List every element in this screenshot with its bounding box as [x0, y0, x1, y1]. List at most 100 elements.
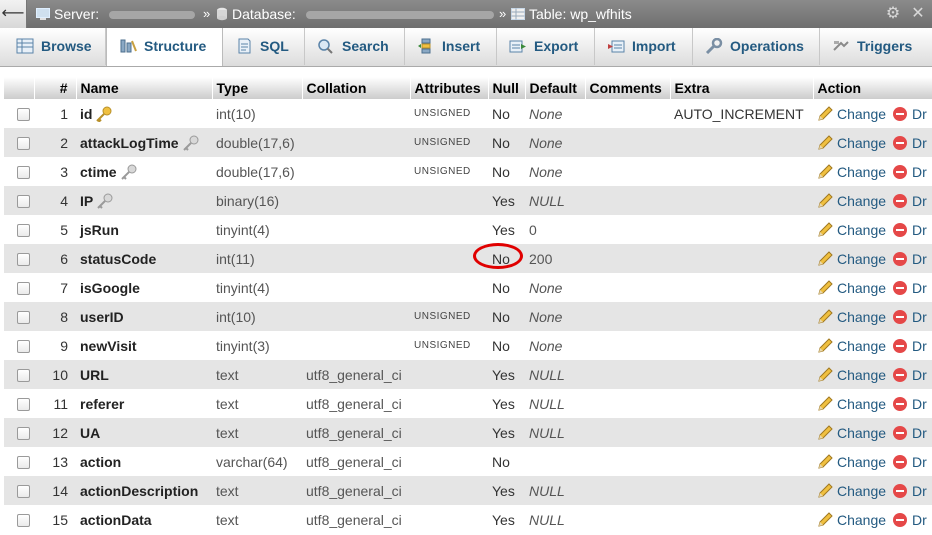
tab-browse[interactable]: Browse: [4, 28, 106, 65]
header-extra[interactable]: Extra: [670, 77, 814, 99]
change-link[interactable]: Change: [817, 454, 886, 470]
column-name-cell[interactable]: ctime: [76, 157, 212, 186]
drop-link[interactable]: Dr: [893, 309, 927, 325]
column-null: Yes: [488, 215, 525, 244]
tab-operations[interactable]: Operations: [693, 28, 820, 65]
column-name-cell[interactable]: IP: [76, 186, 212, 215]
column-name-cell[interactable]: actionDescription: [76, 476, 212, 505]
header-attributes[interactable]: Attributes: [410, 77, 489, 99]
drop-link[interactable]: Dr: [893, 164, 927, 180]
change-link[interactable]: Change: [817, 425, 886, 441]
header-null[interactable]: Null: [488, 77, 526, 99]
row-checkbox[interactable]: [17, 253, 30, 267]
header-type[interactable]: Type: [212, 77, 303, 99]
drop-link[interactable]: Dr: [893, 106, 927, 122]
breadcrumb-separator: »: [499, 6, 507, 21]
drop-link[interactable]: Dr: [893, 222, 927, 238]
change-link[interactable]: Change: [817, 338, 886, 354]
row-checkbox[interactable]: [17, 195, 30, 209]
change-link[interactable]: Change: [817, 222, 886, 238]
pencil-icon: [818, 105, 833, 121]
change-link[interactable]: Change: [817, 367, 886, 383]
structure-icon: [120, 39, 137, 53]
column-name-cell[interactable]: referer: [76, 389, 212, 418]
change-label: Change: [837, 105, 887, 122]
header-name[interactable]: Name: [76, 77, 213, 99]
back-arrow-icon[interactable]: ⟵: [0, 0, 27, 28]
drop-link[interactable]: Dr: [893, 396, 927, 412]
settings-gear-icon[interactable]: ⚙: [885, 6, 901, 22]
drop-link[interactable]: Dr: [893, 425, 927, 441]
breadcrumb-table[interactable]: Table: wp_wfhits: [511, 0, 632, 28]
row-checkbox[interactable]: [17, 282, 30, 296]
column-name-cell[interactable]: userID: [76, 302, 212, 331]
tab-insert[interactable]: Insert: [405, 28, 497, 65]
row-checkbox[interactable]: [17, 166, 30, 180]
column-name-cell[interactable]: UA: [76, 418, 212, 447]
change-link[interactable]: Change: [817, 193, 886, 209]
tab-search[interactable]: Search: [305, 28, 405, 65]
drop-link[interactable]: Dr: [893, 483, 927, 499]
drop-link[interactable]: Dr: [893, 280, 927, 296]
change-link[interactable]: Change: [817, 251, 886, 267]
column-name-cell[interactable]: URL: [76, 360, 212, 389]
column-name: URL: [80, 366, 109, 383]
column-name-cell[interactable]: isGoogle: [76, 273, 212, 302]
drop-link[interactable]: Dr: [893, 512, 927, 528]
row-checkbox[interactable]: [17, 398, 30, 412]
row-checkbox-cell: [4, 157, 34, 186]
column-name-cell[interactable]: newVisit: [76, 331, 212, 360]
row-checkbox[interactable]: [17, 340, 30, 354]
breadcrumb-server[interactable]: Server:: [36, 0, 196, 28]
row-checkbox[interactable]: [17, 369, 30, 383]
table-row: 3 ctime double(17,6) UNSIGNED No None Change Dr: [4, 157, 932, 186]
drop-link[interactable]: Dr: [893, 135, 927, 151]
column-name-cell[interactable]: actionData: [76, 505, 212, 534]
row-checkbox[interactable]: [17, 427, 30, 441]
tab-structure[interactable]: Structure: [106, 28, 223, 66]
breadcrumb-database[interactable]: Database:: [216, 0, 494, 28]
drop-link[interactable]: Dr: [893, 338, 927, 354]
row-checkbox[interactable]: [17, 514, 30, 528]
column-name-cell[interactable]: id: [76, 99, 212, 128]
header-num[interactable]: #: [34, 77, 77, 99]
change-link[interactable]: Change: [817, 280, 886, 296]
header-collation[interactable]: Collation: [302, 77, 411, 99]
change-link[interactable]: Change: [817, 106, 886, 122]
row-checkbox[interactable]: [17, 311, 30, 325]
change-link[interactable]: Change: [817, 135, 886, 151]
column-name-cell[interactable]: attackLogTime: [76, 128, 212, 157]
row-checkbox[interactable]: [17, 456, 30, 470]
row-checkbox[interactable]: [17, 485, 30, 499]
row-checkbox[interactable]: [17, 137, 30, 151]
row-checkbox[interactable]: [17, 108, 30, 122]
drop-link[interactable]: Dr: [893, 367, 927, 383]
column-name-cell[interactable]: action: [76, 447, 212, 476]
drop-icon: [893, 135, 908, 150]
tab-sql[interactable]: SQL: [223, 28, 305, 65]
change-link[interactable]: Change: [817, 483, 886, 499]
tab-triggers[interactable]: Triggers: [820, 28, 932, 65]
tab-import[interactable]: Import: [595, 28, 693, 65]
column-type: double(17,6): [212, 157, 302, 186]
change-link[interactable]: Change: [817, 512, 886, 528]
tab-bar: Browse Structure SQL Search Insert Expor…: [0, 28, 932, 67]
column-extra: [670, 157, 813, 186]
change-label: Change: [837, 453, 887, 470]
column-comments: [585, 128, 670, 157]
row-checkbox[interactable]: [17, 224, 30, 238]
column-name-cell[interactable]: jsRun: [76, 215, 212, 244]
tab-export[interactable]: Export: [497, 28, 595, 65]
change-link[interactable]: Change: [817, 309, 886, 325]
column-name-cell[interactable]: statusCode: [76, 244, 212, 273]
column-extra: [670, 128, 813, 157]
drop-link[interactable]: Dr: [893, 454, 927, 470]
drop-link[interactable]: Dr: [893, 193, 927, 209]
header-comments[interactable]: Comments: [585, 77, 671, 99]
collapse-icon[interactable]: ✕: [910, 6, 926, 22]
change-link[interactable]: Change: [817, 164, 886, 180]
header-default[interactable]: Default: [525, 77, 586, 99]
change-link[interactable]: Change: [817, 396, 886, 412]
column-attributes: [410, 418, 488, 447]
drop-link[interactable]: Dr: [893, 251, 927, 267]
